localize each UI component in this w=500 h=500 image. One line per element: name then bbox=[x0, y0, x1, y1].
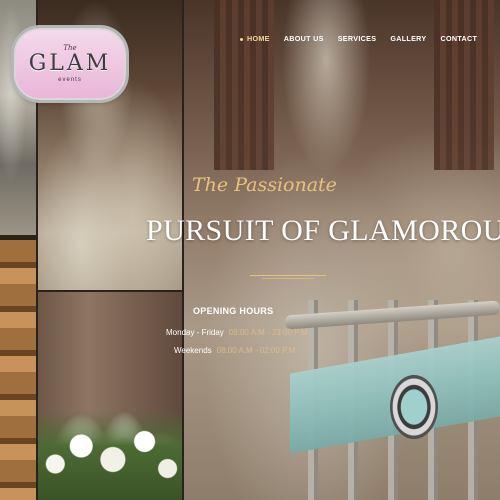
main-navigation: HOME ABOUT US SERVICES GALLERY CONTACT bbox=[240, 34, 491, 43]
hours-days-label: Monday - Friday bbox=[166, 328, 224, 337]
hero-tagline: The Passionate bbox=[192, 174, 337, 196]
hours-time-value: 08:00 A.M - 23:00 P.M bbox=[228, 328, 308, 337]
hours-time-value: 08:00 A.M - 02:00 P.M bbox=[216, 346, 296, 355]
logo-brand-name: GLAM bbox=[28, 51, 112, 76]
glam-events-logo[interactable]: The GLAM events bbox=[14, 28, 126, 100]
hours-days-label: Weekends bbox=[174, 346, 212, 355]
white-flowers-arrangement bbox=[38, 410, 182, 500]
curtain-drape bbox=[214, 0, 274, 170]
curtain-drape bbox=[434, 0, 494, 170]
nav-contact[interactable]: CONTACT bbox=[441, 34, 478, 43]
nav-gallery[interactable]: GALLERY bbox=[390, 34, 426, 43]
nav-home-label: HOME bbox=[247, 34, 270, 43]
nav-services[interactable]: SERVICES bbox=[338, 34, 377, 43]
opening-hours-title: OPENING HOURS bbox=[193, 306, 274, 316]
logo-subtitle: events bbox=[58, 77, 82, 83]
nav-about-us[interactable]: ABOUT US bbox=[284, 34, 324, 43]
hours-row-weekdays: Monday - Friday 08:00 A.M - 23:00 P.M bbox=[166, 328, 307, 337]
decorative-divider bbox=[250, 275, 326, 276]
hero-headline: PURSUIT OF GLAMOROUS bbox=[146, 214, 500, 247]
sash-brooch bbox=[390, 375, 438, 439]
hours-row-weekends: Weekends 08:00 A.M - 02:00 P.M bbox=[174, 346, 295, 355]
nav-home[interactable]: HOME bbox=[240, 34, 270, 43]
chairs-photo-left-bottom bbox=[0, 240, 36, 500]
decorative-divider bbox=[262, 278, 314, 279]
flowers-photo bbox=[38, 292, 182, 500]
active-dot-icon bbox=[240, 37, 243, 41]
